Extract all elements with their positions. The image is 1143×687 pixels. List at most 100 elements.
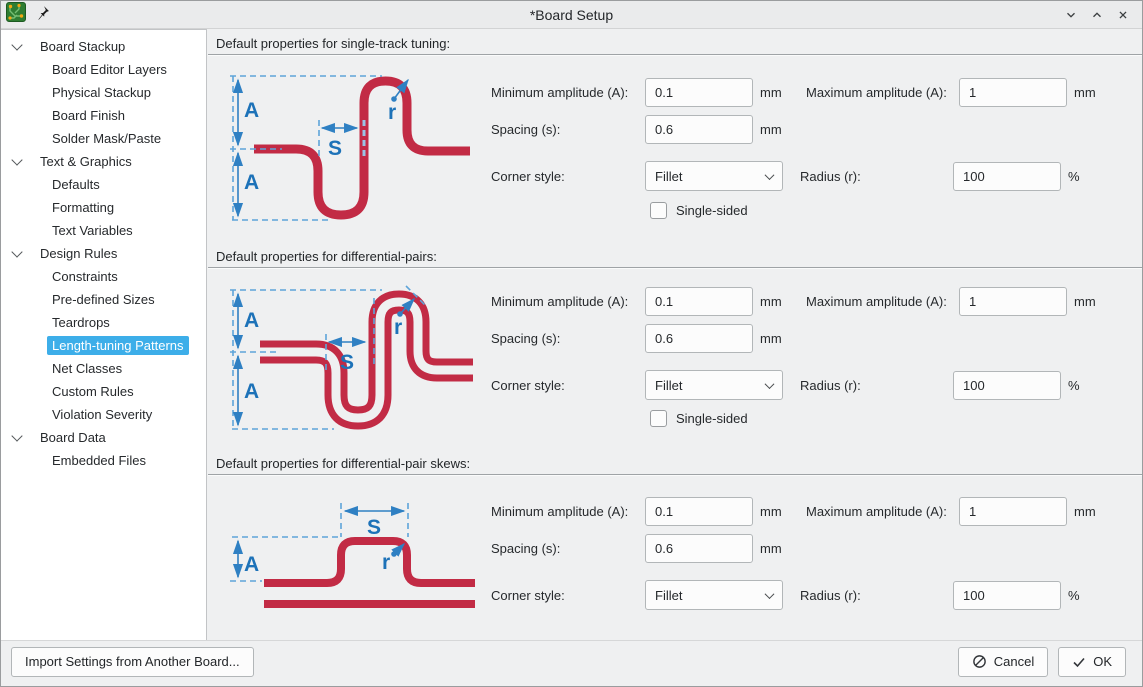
dialog-button-bar: Import Settings from Another Board... Ca… [1,640,1142,686]
sidebar-item-label: Constraints [47,267,123,286]
spacing-label: Spacing (s): [491,331,645,346]
corner-style-value: Fillet [655,588,682,603]
radius-input[interactable] [953,371,1061,400]
spacing-input[interactable] [645,324,753,353]
tree-expander-icon[interactable] [11,430,22,441]
sidebar-group-board-stackup[interactable]: Board Stackup [1,35,206,58]
corner-style-label: Corner style: [491,588,645,603]
board-setup-dialog: *Board Setup Board Stackup Board Editor L… [0,0,1143,687]
min-amplitude-input[interactable] [645,78,753,107]
radius-input[interactable] [953,581,1061,610]
ok-label: OK [1093,654,1112,669]
corner-style-label: Corner style: [491,169,645,184]
corner-style-select[interactable]: Fillet [645,370,783,400]
sidebar-item-defaults[interactable]: Defaults [1,173,206,196]
chevron-down-icon [765,589,775,599]
sidebar-item-label: Pre-defined Sizes [47,290,160,309]
sidebar-group-board-data[interactable]: Board Data [1,426,206,449]
spacing-input[interactable] [645,115,753,144]
window-title: *Board Setup [1,7,1142,23]
sidebar-item-label: Net Classes [47,359,127,378]
sidebar-item-board-editor-layers[interactable]: Board Editor Layers [1,58,206,81]
max-amplitude-label: Maximum amplitude (A): [806,85,959,100]
min-amplitude-label: Minimum amplitude (A): [491,294,645,309]
unit-label: mm [1067,85,1120,100]
max-amplitude-input[interactable] [959,78,1067,107]
tree-expander-icon[interactable] [11,154,22,165]
sidebar-item-constraints[interactable]: Constraints [1,265,206,288]
sidebar-item-custom-rules[interactable]: Custom Rules [1,380,206,403]
sidebar-item-label: Violation Severity [47,405,157,424]
tree-expander-icon[interactable] [11,246,22,257]
max-amplitude-input[interactable] [959,287,1067,316]
max-amplitude-label: Maximum amplitude (A): [806,504,959,519]
radius-label: Radius (r): [800,169,953,184]
single-sided-checkbox[interactable] [650,410,667,427]
sidebar-item-label: Length-tuning Patterns [47,336,189,355]
amplitude-label: A [244,309,259,332]
unit-label: mm [1067,294,1120,309]
sidebar-item-solder-mask-paste[interactable]: Solder Mask/Paste [1,127,206,150]
spacing-label: Spacing (s): [491,541,645,556]
sidebar-item-length-tuning-patterns[interactable]: Length-tuning Patterns [1,334,206,357]
min-amplitude-input[interactable] [645,497,753,526]
minimize-button[interactable] [1062,6,1080,24]
sidebar-group-label: Design Rules [35,244,122,263]
chevron-down-icon [765,379,775,389]
chevron-down-icon [765,170,775,180]
kicad-pcbnew-icon [6,2,26,27]
min-amplitude-input[interactable] [645,287,753,316]
sidebar-item-label: Embedded Files [47,451,151,470]
amplitude-label: A [244,380,259,403]
sidebar-item-pre-defined-sizes[interactable]: Pre-defined Sizes [1,288,206,311]
sidebar-group-label: Board Data [35,428,111,447]
spacing-label: S [328,137,342,160]
sidebar-item-label: Text Variables [47,221,138,240]
sidebar-item-label: Teardrops [47,313,115,332]
import-settings-label: Import Settings from Another Board... [25,654,240,669]
tree-expander-icon[interactable] [11,39,22,50]
sidebar-item-net-classes[interactable]: Net Classes [1,357,206,380]
sidebar-group-design-rules[interactable]: Design Rules [1,242,206,265]
sidebar-group-text-graphics[interactable]: Text & Graphics [1,150,206,173]
cancel-label: Cancel [994,654,1034,669]
sidebar-item-violation-severity[interactable]: Violation Severity [1,403,206,426]
single-sided-checkbox[interactable] [650,202,667,219]
import-settings-button[interactable]: Import Settings from Another Board... [11,647,254,677]
spacing-input[interactable] [645,534,753,563]
corner-style-select[interactable]: Fillet [645,580,783,610]
radius-input[interactable] [953,162,1061,191]
unit-label: mm [753,331,806,346]
radius-label: Radius (r): [800,588,953,603]
radius-label: r [394,316,402,339]
unit-label: mm [753,122,806,137]
sidebar-group-label: Text & Graphics [35,152,137,171]
title-bar[interactable]: *Board Setup [1,1,1142,29]
maximize-button[interactable] [1088,6,1106,24]
sidebar-item-board-finish[interactable]: Board Finish [1,104,206,127]
corner-style-select[interactable]: Fillet [645,161,783,191]
sidebar-item-teardrops[interactable]: Teardrops [1,311,206,334]
unit-label: mm [753,85,806,100]
sidebar-item-label: Board Finish [47,106,130,125]
ok-button[interactable]: OK [1058,647,1126,677]
differential-pair-tuning-diagram: A A S r [222,274,477,449]
sidebar-item-embedded-files[interactable]: Embedded Files [1,449,206,472]
amplitude-label: A [244,99,259,122]
unit-label: % [1061,588,1114,603]
close-button[interactable] [1114,6,1132,24]
max-amplitude-input[interactable] [959,497,1067,526]
check-icon [1072,655,1086,669]
cancel-button[interactable]: Cancel [958,647,1048,677]
sidebar-item-physical-stackup[interactable]: Physical Stackup [1,81,206,104]
spacing-label: S [367,516,381,539]
unit-label: mm [753,541,806,556]
sidebar-item-formatting[interactable]: Formatting [1,196,206,219]
pin-icon[interactable] [35,5,50,25]
radius-label: Radius (r): [800,378,953,393]
sidebar-item-text-variables[interactable]: Text Variables [1,219,206,242]
sidebar-item-label: Board Editor Layers [47,60,172,79]
spacing-label: S [340,351,354,374]
min-amplitude-label: Minimum amplitude (A): [491,85,645,100]
section-header-diff-pairs: Default properties for differential-pair… [208,237,1143,268]
